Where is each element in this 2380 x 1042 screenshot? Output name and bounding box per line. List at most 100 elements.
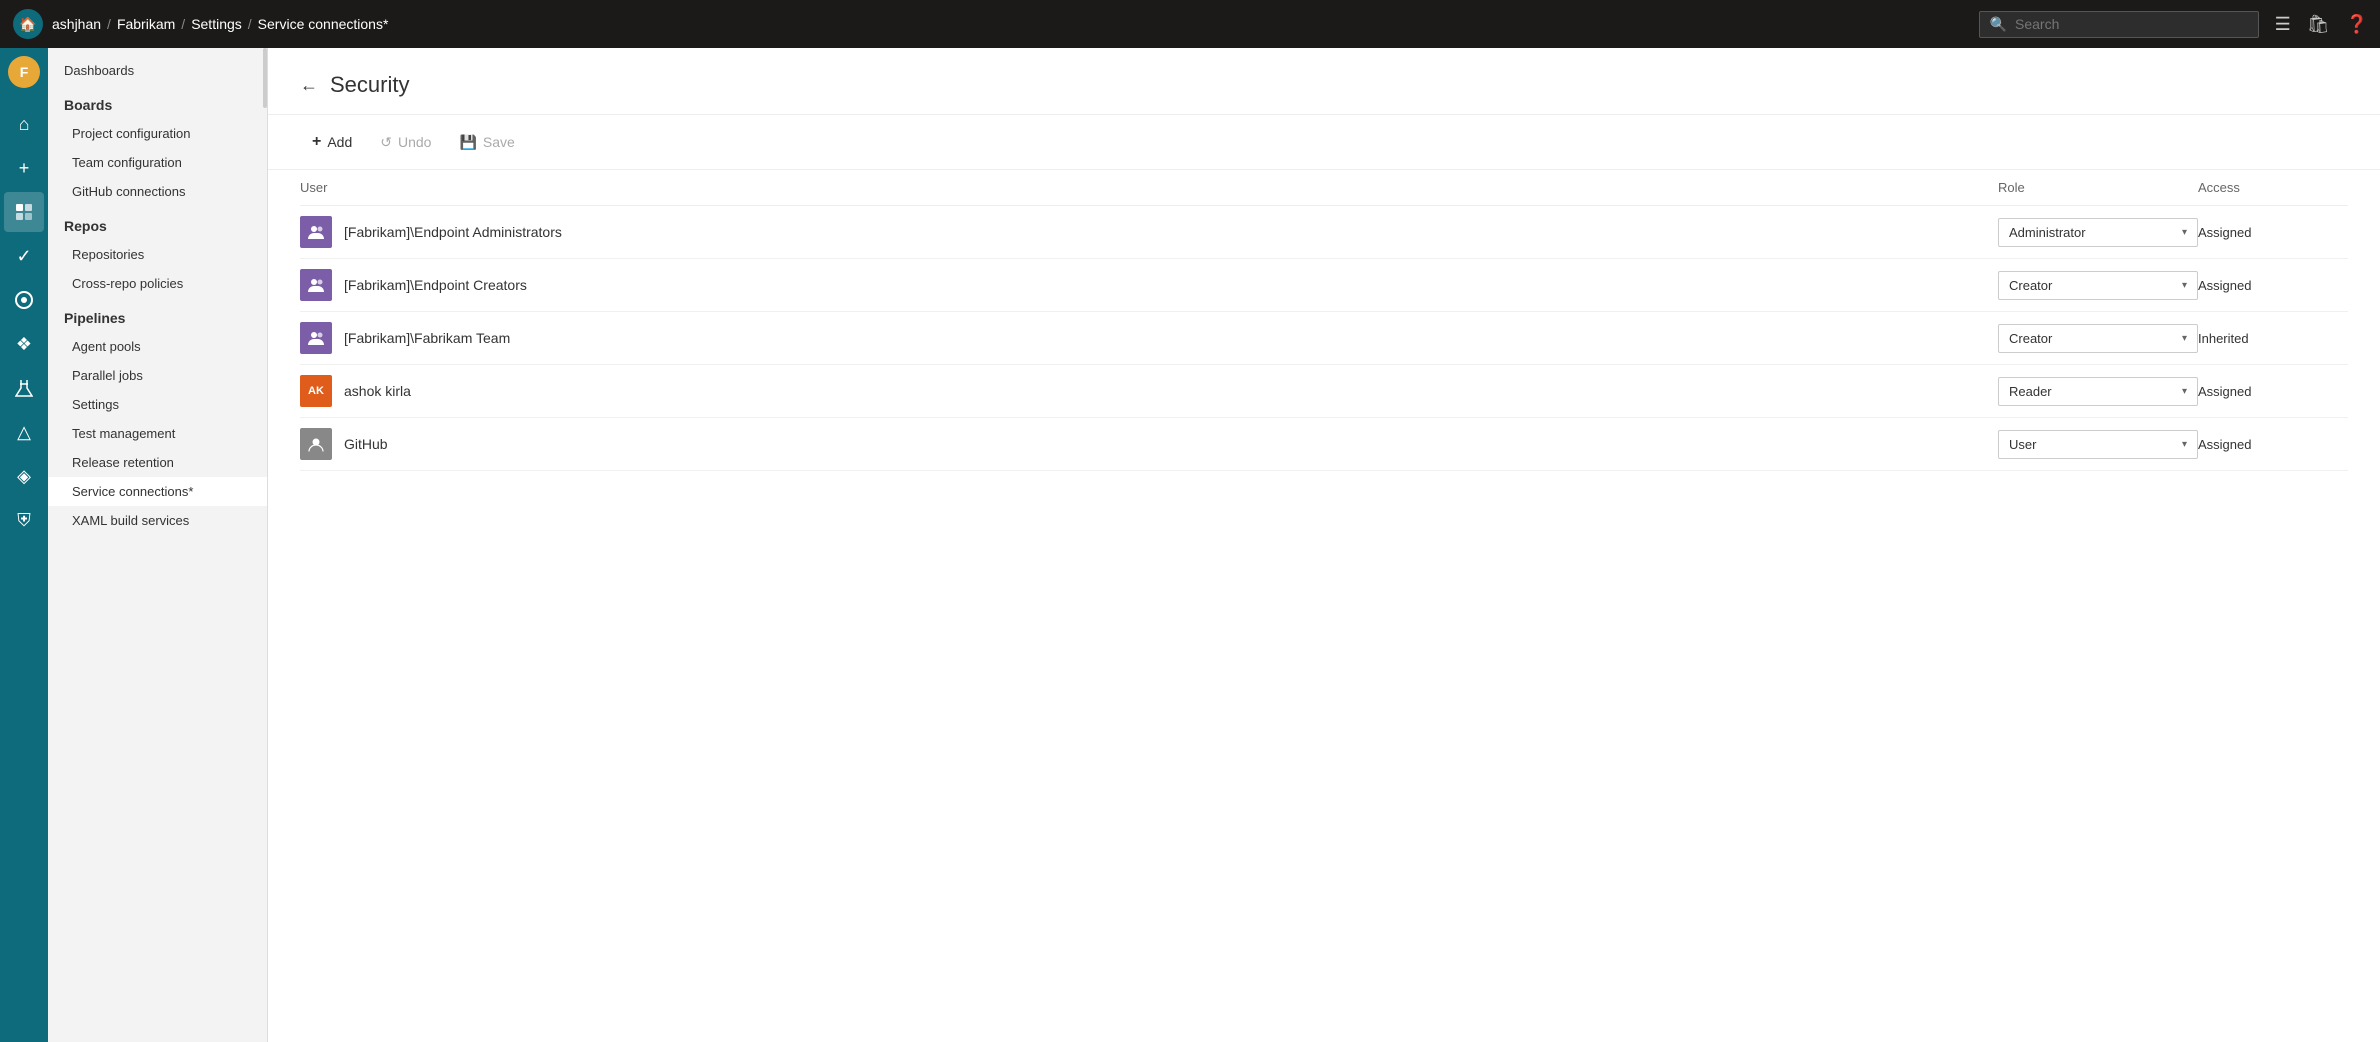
nav-agent-pools[interactable]: Agent pools [48, 332, 267, 361]
breadcrumb-org[interactable]: ashjhan [52, 16, 101, 32]
access-cell: Assigned [2198, 384, 2348, 399]
avatar [300, 216, 332, 248]
artifact-icon-btn[interactable]: ◈ [4, 456, 44, 496]
role-cell: Creator ▾ [1998, 324, 2198, 353]
col-user: User [300, 180, 1998, 195]
user-cell: [Fabrikam]\Fabrikam Team [300, 322, 1998, 354]
breadcrumb-settings[interactable]: Settings [191, 16, 242, 32]
role-value: Administrator [2009, 225, 2086, 240]
search-box[interactable]: 🔍 [1979, 11, 2259, 38]
chevron-down-icon: ▾ [2182, 227, 2187, 238]
role-select[interactable]: Creator ▾ [1998, 271, 2198, 300]
nav-repositories[interactable]: Repositories [48, 240, 267, 269]
role-select[interactable]: Creator ▾ [1998, 324, 2198, 353]
security-header: ← Security [268, 48, 2380, 115]
user-name: GitHub [344, 436, 388, 452]
deploy-icon-btn[interactable]: △ [4, 412, 44, 452]
puzzle-icon-btn[interactable]: ❖ [4, 324, 44, 364]
undo-icon: ↺ [380, 134, 392, 151]
table-row: GitHub User ▾ Assigned [300, 418, 2348, 471]
avatar: AK [300, 375, 332, 407]
nav-xaml-build-services[interactable]: XAML build services [48, 506, 267, 535]
undo-label: Undo [398, 134, 431, 150]
check-icon-btn[interactable]: ✓ [4, 236, 44, 276]
scrollbar[interactable] [263, 48, 267, 108]
nav-section-pipelines: Pipelines [48, 298, 267, 332]
role-value: Creator [2009, 331, 2052, 346]
nav-sidebar: Dashboards Boards Project configuration … [48, 48, 268, 1042]
security-table: User Role Access [Fabrikam]\Endpoint Adm… [268, 170, 2380, 471]
role-cell: User ▾ [1998, 430, 2198, 459]
nav-section-repos: Repos [48, 206, 267, 240]
role-cell: Creator ▾ [1998, 271, 2198, 300]
user-cell: [Fabrikam]\Endpoint Administrators [300, 216, 1998, 248]
plus-icon-btn[interactable]: + [4, 148, 44, 188]
topbar: 🏠 ashjhan / Fabrikam / Settings / Servic… [0, 0, 2380, 48]
content-area: ← Security + Add ↺ Undo 💾 Save User Role [268, 48, 2380, 1042]
chevron-down-icon: ▾ [2182, 386, 2187, 397]
avatar [300, 428, 332, 460]
save-label: Save [483, 134, 515, 150]
table-row: AK ashok kirla Reader ▾ Assigned [300, 365, 2348, 418]
nav-team-configuration[interactable]: Team configuration [48, 148, 267, 177]
avatar [300, 322, 332, 354]
search-input[interactable] [2015, 16, 2248, 32]
user-name: [Fabrikam]\Endpoint Administrators [344, 224, 562, 240]
nav-github-connections[interactable]: GitHub connections [48, 177, 267, 206]
avatar [300, 269, 332, 301]
svg-text:🏠: 🏠 [19, 16, 36, 33]
access-cell: Assigned [2198, 437, 2348, 452]
user-name: [Fabrikam]\Endpoint Creators [344, 277, 527, 293]
help-icon[interactable]: ❓ [2346, 14, 2368, 35]
nav-release-retention[interactable]: Release retention [48, 448, 267, 477]
list-icon[interactable]: ☰ [2275, 14, 2291, 35]
user-cell: [Fabrikam]\Endpoint Creators [300, 269, 1998, 301]
main-layout: F ⌂ + ✓ ❖ △ ◈ ⛨ Dashboards Boards Projec… [0, 48, 2380, 1042]
nav-dashboards[interactable]: Dashboards [48, 56, 267, 85]
role-value: Reader [2009, 384, 2052, 399]
back-button[interactable]: ← [300, 75, 318, 96]
chevron-down-icon: ▾ [2182, 333, 2187, 344]
nav-service-connections[interactable]: Service connections* [48, 477, 267, 506]
nav-test-management[interactable]: Test management [48, 419, 267, 448]
user-cell: GitHub [300, 428, 1998, 460]
app-logo[interactable]: 🏠 [12, 8, 44, 40]
access-cell: Assigned [2198, 278, 2348, 293]
beaker-icon-btn[interactable] [4, 368, 44, 408]
role-select[interactable]: Reader ▾ [1998, 377, 2198, 406]
table-row: [Fabrikam]\Endpoint Creators Creator ▾ A… [300, 259, 2348, 312]
role-cell: Administrator ▾ [1998, 218, 2198, 247]
table-row: [Fabrikam]\Fabrikam Team Creator ▾ Inher… [300, 312, 2348, 365]
nav-project-configuration[interactable]: Project configuration [48, 119, 267, 148]
nav-parallel-jobs[interactable]: Parallel jobs [48, 361, 267, 390]
add-label: Add [327, 134, 352, 150]
access-cell: Assigned [2198, 225, 2348, 240]
user-cell: AK ashok kirla [300, 375, 1998, 407]
board-icon-btn[interactable] [4, 192, 44, 232]
table-header: User Role Access [300, 170, 2348, 206]
undo-button[interactable]: ↺ Undo [368, 128, 443, 157]
add-button[interactable]: + Add [300, 127, 364, 157]
store-icon[interactable]: 🛍 [2307, 14, 2330, 35]
access-cell: Inherited [2198, 331, 2348, 346]
role-cell: Reader ▾ [1998, 377, 2198, 406]
table-row: [Fabrikam]\Endpoint Administrators Admin… [300, 206, 2348, 259]
role-value: Creator [2009, 278, 2052, 293]
shield-icon-btn[interactable]: ⛨ [4, 500, 44, 540]
breadcrumb-project[interactable]: Fabrikam [117, 16, 175, 32]
home-icon-btn[interactable]: ⌂ [4, 104, 44, 144]
col-role: Role [1998, 180, 2198, 195]
role-select[interactable]: Administrator ▾ [1998, 218, 2198, 247]
repo-icon-btn[interactable] [4, 280, 44, 320]
user-avatar[interactable]: F [8, 56, 40, 88]
search-icon: 🔍 [1990, 16, 2007, 33]
role-select[interactable]: User ▾ [1998, 430, 2198, 459]
breadcrumb-service-connections[interactable]: Service connections* [258, 16, 389, 32]
nav-cross-repo-policies[interactable]: Cross-repo policies [48, 269, 267, 298]
user-name: [Fabrikam]\Fabrikam Team [344, 330, 510, 346]
breadcrumb: ashjhan / Fabrikam / Settings / Service … [52, 16, 1979, 32]
nav-settings[interactable]: Settings [48, 390, 267, 419]
nav-section-boards: Boards [48, 85, 267, 119]
save-button[interactable]: 💾 Save [447, 128, 526, 157]
user-name: ashok kirla [344, 383, 411, 399]
